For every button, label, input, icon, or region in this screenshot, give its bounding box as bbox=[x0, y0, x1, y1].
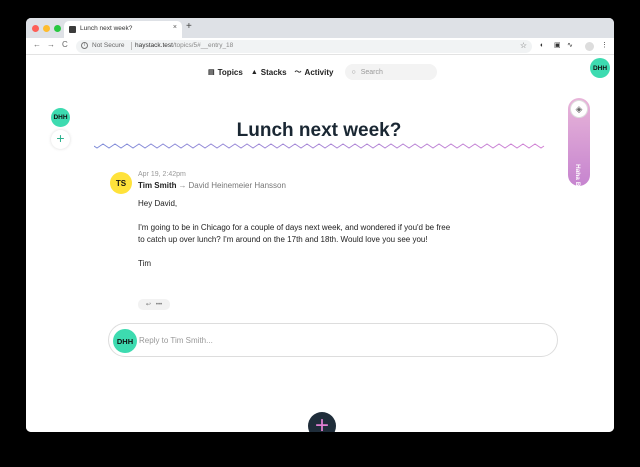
boost-tab[interactable]: ◈ Haha Business bbox=[568, 98, 590, 211]
add-button[interactable]: + bbox=[308, 412, 336, 432]
participant-avatar[interactable]: DHH bbox=[51, 108, 70, 127]
back-icon[interactable]: ← bbox=[33, 41, 41, 49]
browser-tab[interactable]: Lunch next week? × bbox=[64, 21, 182, 38]
tab-close-icon[interactable]: × bbox=[173, 24, 177, 31]
entry-paragraph: I'm going to be in Chicago for a couple … bbox=[138, 223, 451, 232]
extension-icon[interactable]: ▣ bbox=[554, 42, 561, 49]
reply-box[interactable]: DHH Reply to Tim Smith... bbox=[108, 323, 558, 357]
profile-icon[interactable] bbox=[585, 42, 594, 51]
title-underline bbox=[94, 143, 545, 149]
reply-icon[interactable]: ↩ bbox=[146, 301, 151, 308]
entry-byline: Tim Smith → David Heinemeier Hansson bbox=[138, 181, 286, 190]
arrow-icon: → bbox=[178, 181, 187, 190]
app-page: ▤ Topics ▲ Stacks 〜 Activity ○ Search DH… bbox=[26, 56, 614, 432]
recipient-name[interactable]: David Heinemeier Hansson bbox=[189, 181, 286, 190]
search-placeholder: Search bbox=[360, 68, 383, 76]
url-path: /topics/5#__entry_18 bbox=[172, 42, 234, 49]
favicon-icon bbox=[69, 26, 76, 33]
bookmark-star-icon[interactable]: ☆ bbox=[520, 41, 527, 50]
browser-window: Lunch next week? × + ← → C i Not Secure … bbox=[26, 18, 614, 432]
browser-menu-icon[interactable]: ⋮ bbox=[601, 42, 608, 49]
activity-icon: 〜 bbox=[294, 69, 302, 76]
topics-icon: ▤ bbox=[208, 69, 215, 76]
forward-icon[interactable]: → bbox=[47, 41, 55, 49]
author-name[interactable]: Tim Smith bbox=[138, 181, 177, 190]
nav-activity-label: Activity bbox=[304, 67, 334, 77]
nav-stacks[interactable]: ▲ Stacks bbox=[251, 68, 287, 77]
search-icon: ○ bbox=[351, 68, 356, 76]
nav-topics[interactable]: ▤ Topics bbox=[208, 68, 243, 77]
tab-bar: Lunch next week? × + bbox=[26, 18, 614, 38]
close-window-button[interactable] bbox=[32, 25, 39, 32]
maximize-window-button[interactable] bbox=[54, 25, 61, 32]
nav-activity[interactable]: 〜 Activity bbox=[295, 67, 334, 77]
url-text: haystack.test/topics/5#__entry_18 bbox=[135, 42, 233, 49]
search-input[interactable]: ○ Search bbox=[345, 64, 438, 80]
new-tab-button[interactable]: + bbox=[186, 22, 192, 32]
nav-topics-label: Topics bbox=[217, 67, 243, 77]
user-avatar[interactable]: DHH bbox=[590, 58, 610, 78]
entry-paragraph: Hey David, bbox=[138, 199, 178, 208]
entry-body: Hey David, I'm going to be in Chicago fo… bbox=[138, 198, 538, 282]
stacks-icon: ▲ bbox=[250, 68, 258, 76]
stack-icon: ◈ bbox=[570, 100, 588, 118]
browser-toolbar: ← → C i Not Secure haystack.test/topics/… bbox=[26, 38, 614, 55]
extension-icon[interactable]: ◐ bbox=[540, 42, 544, 49]
reply-placeholder: Reply to Tim Smith... bbox=[139, 336, 213, 345]
url-host: haystack.test bbox=[135, 42, 173, 49]
entry-timestamp[interactable]: Apr 19, 2:42pm bbox=[138, 171, 186, 178]
reload-icon[interactable]: C bbox=[62, 41, 68, 49]
topic-title: Lunch next week? bbox=[236, 120, 402, 141]
add-participant-button[interactable]: + bbox=[51, 130, 70, 149]
entry-paragraph: to catch up over lunch? I'm around on th… bbox=[138, 235, 428, 244]
more-icon[interactable]: ••• bbox=[156, 302, 162, 308]
minimize-window-button[interactable] bbox=[43, 25, 50, 32]
entry-paragraph: Tim bbox=[138, 259, 152, 268]
author-avatar[interactable]: TS bbox=[110, 172, 132, 194]
address-bar[interactable]: i Not Secure haystack.test/topics/5#__en… bbox=[76, 40, 532, 53]
info-icon[interactable]: i bbox=[81, 42, 88, 49]
reply-avatar: DHH bbox=[113, 329, 137, 353]
nav-stacks-label: Stacks bbox=[260, 67, 287, 77]
boost-label: Haha Business bbox=[574, 164, 581, 211]
entry-actions: ↩ ••• bbox=[138, 299, 170, 310]
top-navigation: ▤ Topics ▲ Stacks 〜 Activity ○ Search bbox=[208, 64, 438, 80]
tab-title: Lunch next week? bbox=[80, 25, 133, 32]
omnibox-divider bbox=[131, 42, 132, 50]
security-label: Not Secure bbox=[92, 42, 125, 49]
window-controls bbox=[32, 25, 61, 32]
extension-icon[interactable]: ∿ bbox=[567, 42, 573, 49]
